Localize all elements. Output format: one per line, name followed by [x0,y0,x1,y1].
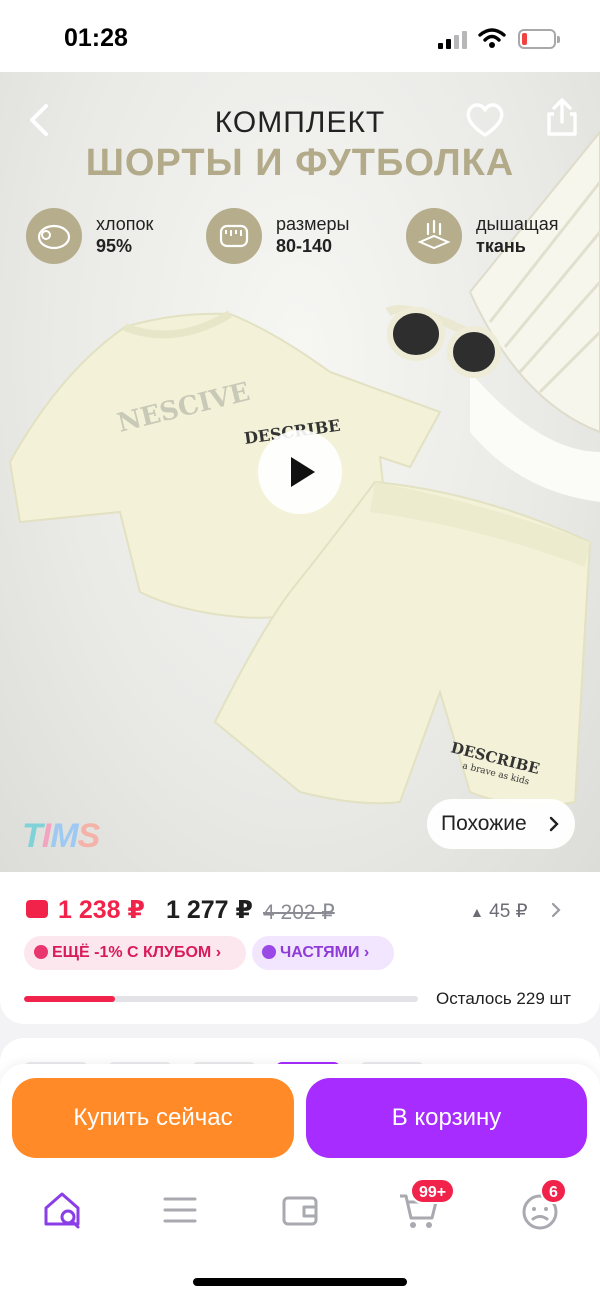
share-icon[interactable] [544,96,580,138]
installments-label: ЧАСТЯМИ [280,944,360,961]
feature-label: дышащая [476,214,559,234]
cart-count-badge: 99+ [410,1178,456,1204]
club-price: 1 238 ₽ [58,896,145,924]
favorite-heart-icon[interactable] [464,100,506,140]
similar-label: Похожие [441,812,527,835]
product-image-gallery[interactable]: DESCRIBE NESCIVE DESCRIBE a brave as kid… [0,72,600,872]
home-indicator [193,1278,407,1286]
installments-pill[interactable]: ЧАСТЯМИ › [252,936,394,970]
tab-catalog[interactable] [156,1188,204,1232]
current-price: 1 277 ₽ [166,896,253,924]
stock-progress-bar [24,996,418,1002]
club-card-icon [26,900,48,918]
chevron-right-icon [549,816,559,832]
feature-label: хлопок [96,214,154,234]
add-to-cart-button[interactable]: В корзину [306,1078,587,1158]
cellular-signal-icon [438,31,468,49]
sheep-icon [26,208,82,264]
play-video-button[interactable] [258,430,342,514]
status-bar: 01:28 [0,0,600,72]
tab-wallet[interactable] [276,1188,324,1232]
airflow-icon [406,208,462,264]
profile-notification-badge: 6 [540,1178,567,1204]
purchase-action-bar: Купить сейчас В корзину [0,1064,600,1174]
buy-now-button[interactable]: Купить сейчас [12,1078,294,1158]
feature-value: ткань [476,236,526,256]
measuring-tape-icon [206,208,262,264]
menu-icon [163,1197,197,1223]
stock-progress-fill [24,996,115,1002]
pie-chart-icon [262,945,276,959]
price-change-value: 45 ₽ [489,901,528,922]
old-price: 4 202 ₽ [263,901,335,924]
back-arrow-icon[interactable] [22,100,58,140]
similar-products-button[interactable]: Похожие [427,799,575,849]
triangle-up-icon: ▲ [470,904,484,920]
club-discount-pill[interactable]: ЕЩЁ -1% С КЛУБОМ › [24,936,246,970]
feature-label: размеры [276,214,350,234]
feature-value: 80-140 [276,236,333,256]
price-change[interactable]: ▲ 45 ₽ [470,900,528,923]
tab-home[interactable] [40,1188,88,1232]
feature-value: 95% [96,236,133,256]
club-discount-label: ЕЩЁ -1% С КЛУБОМ [52,944,212,961]
product-page: 01:28 NESCIVE DESCRIBE a brave as kids К… [0,0,600,1297]
brand-logo: TIMS [22,817,100,855]
status-time: 01:28 [64,24,128,52]
tab-profile[interactable]: 6 [516,1178,567,1232]
star-badge-icon [34,945,48,959]
hero-subtitle: ШОРТЫ И ФУТБОЛКА [85,142,515,184]
wallet-icon [282,1196,318,1226]
stock-remaining: Осталось 229 шт [436,989,571,1008]
tab-cart[interactable]: 99+ [396,1178,456,1232]
wifi-icon [478,28,506,48]
chevron-right-icon[interactable] [550,898,562,922]
hero-title: КОМПЛЕКТ [214,106,386,139]
home-search-icon [44,1192,80,1229]
battery-icon [518,29,560,49]
price-card: 1 238 ₽ 1 277 ₽ 4 202 ₽ ▲ 45 ₽ ЕЩЁ -1% С… [0,872,600,1024]
bottom-tab-bar: 99+ 6 [0,1174,600,1297]
